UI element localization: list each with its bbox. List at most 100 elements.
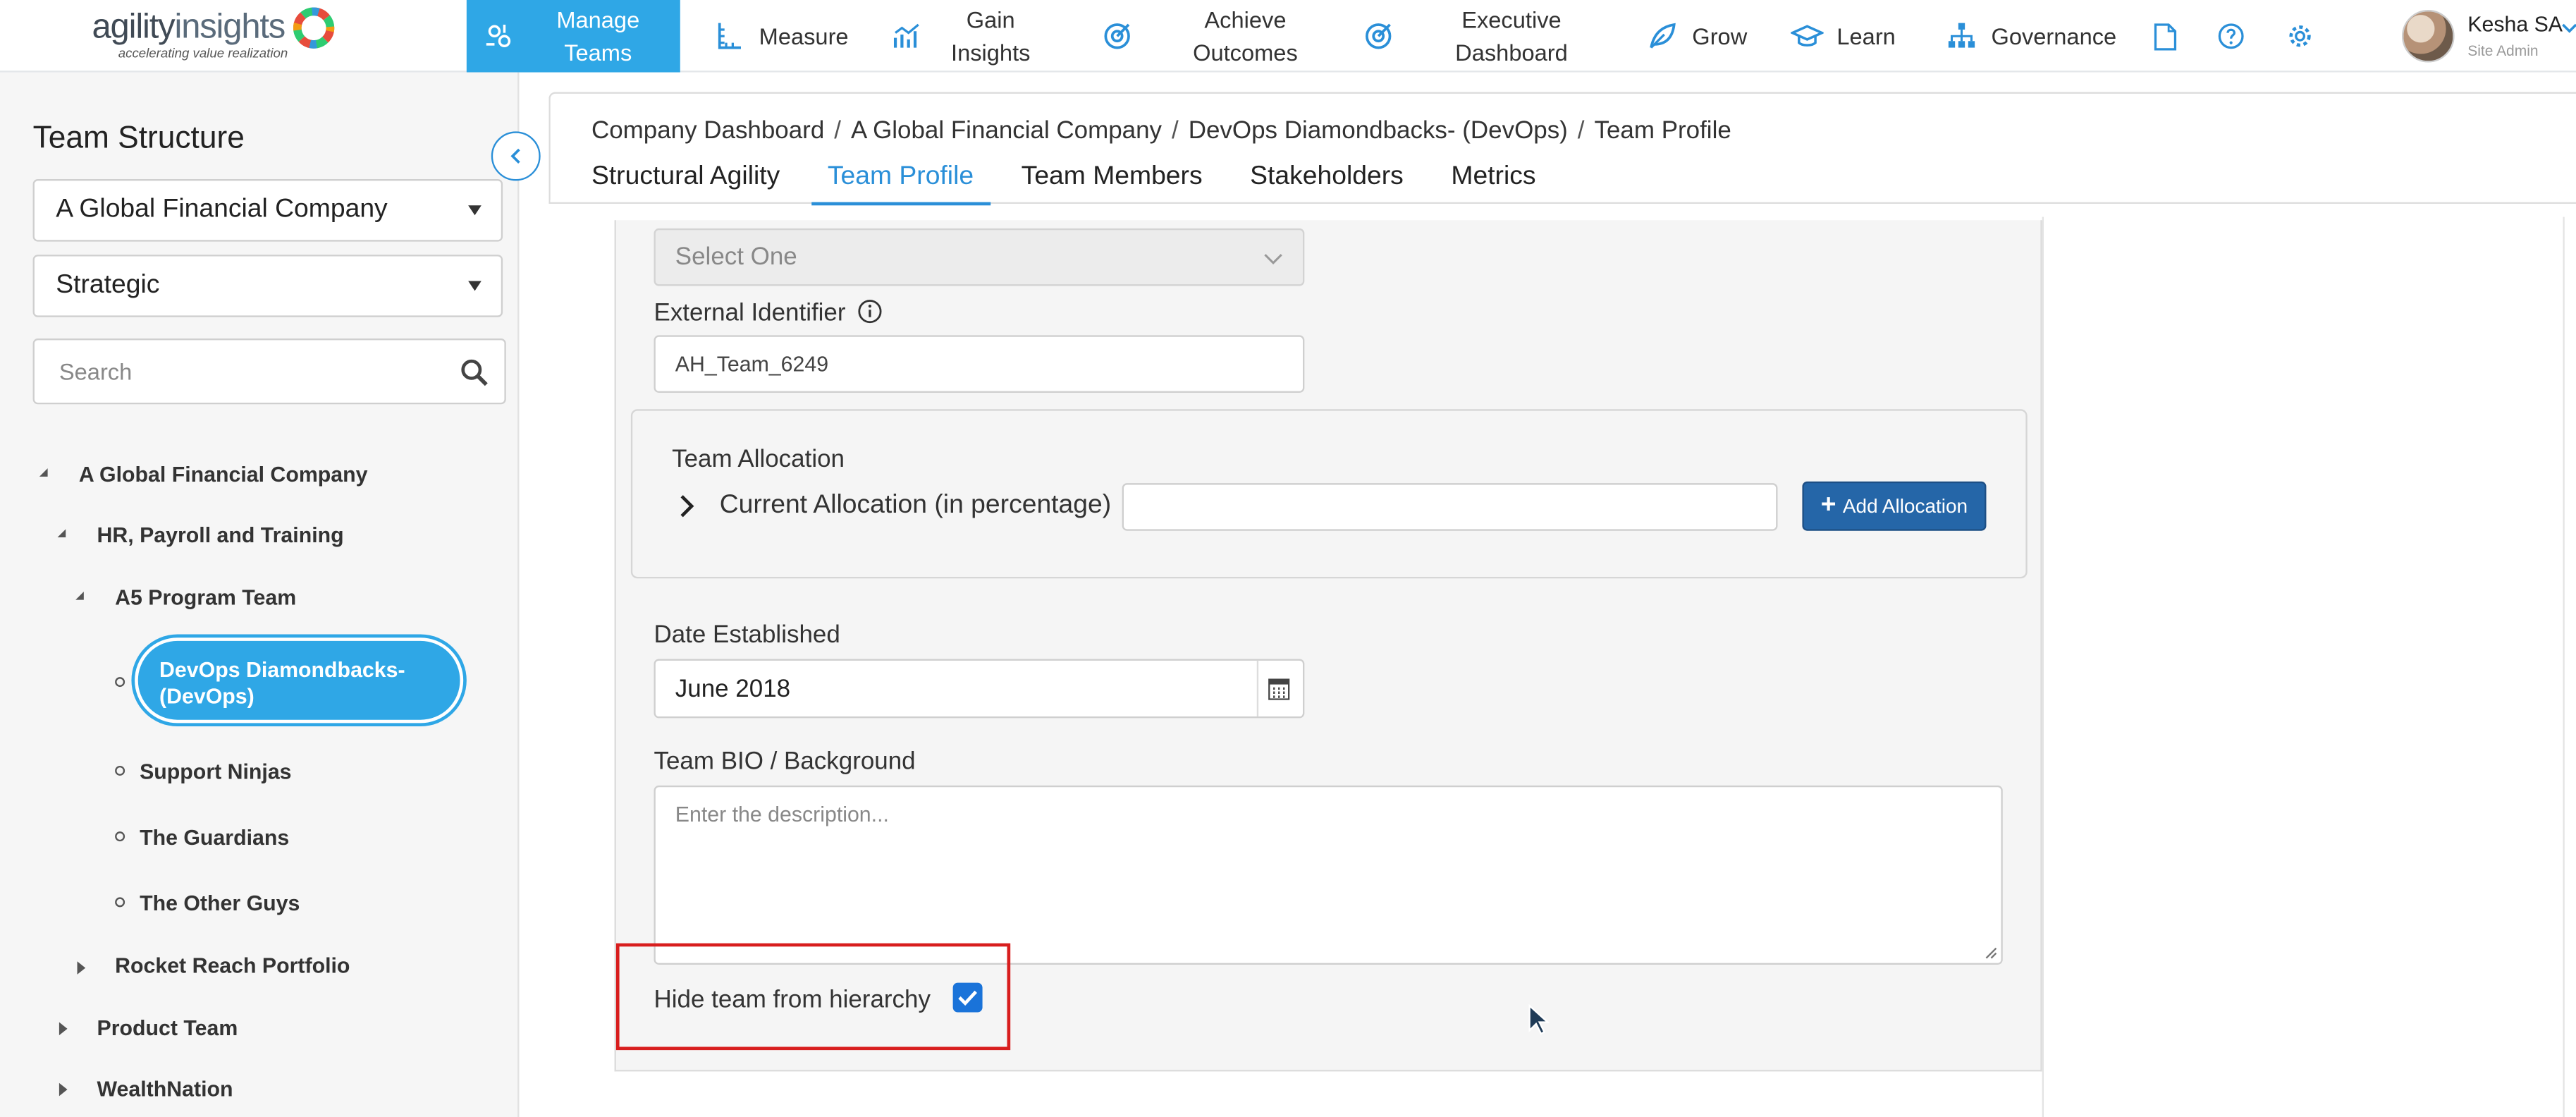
checkmark-icon [958, 990, 977, 1006]
chevron-right-icon[interactable] [678, 494, 694, 518]
external-id-label: External Identifier [654, 299, 882, 327]
breadcrumb-current: Team Profile [1594, 116, 1731, 145]
expand-toggle-icon[interactable] [75, 591, 84, 600]
nav-gain-insights[interactable]: Gain Insights [890, 0, 1045, 73]
hide-team-label: Hide team from hierarchy [654, 986, 931, 1014]
breadcrumb-team[interactable]: DevOps Diamondbacks- (DevOps) [1189, 116, 1568, 145]
nav-executive-dashboard-label: Executive Dashboard [1455, 6, 1568, 66]
leaf-bullet-icon [115, 831, 125, 842]
right-panel [2042, 216, 2565, 1117]
chart-icon [890, 20, 924, 53]
info-icon[interactable] [857, 299, 882, 324]
document-icon[interactable] [2149, 20, 2182, 53]
external-id-input[interactable]: AH_Team_6249 [654, 335, 1305, 393]
company-select-value: A Global Financial Company [56, 195, 388, 224]
sidebar-title: Team Structure [32, 121, 245, 157]
tree-node-other[interactable]: The Other Guys [140, 891, 300, 915]
nav-manage-teams-label: Manage Teams [556, 6, 640, 66]
user-menu[interactable]: Kesha SA Site Admin [2402, 6, 2576, 66]
team-bio-placeholder: Enter the description... [675, 802, 889, 827]
team-allocation-title: Team Allocation [672, 445, 845, 474]
tree-node-support[interactable]: Support Ninjas [140, 759, 291, 784]
team-bio-textarea[interactable]: Enter the description... [654, 785, 2003, 965]
company-select[interactable]: A Global Financial Company [32, 179, 503, 242]
hide-team-checkbox[interactable] [952, 982, 983, 1013]
nav-grow[interactable]: Grow [1646, 0, 1747, 73]
help-icon[interactable] [2214, 20, 2247, 53]
nav-measure[interactable]: Measure [713, 0, 849, 73]
nav-learn-label: Learn [1836, 23, 1896, 49]
search-icon[interactable] [460, 358, 489, 386]
nav-learn[interactable]: Learn [1791, 0, 1896, 73]
hierarchy-icon [1945, 20, 1978, 53]
nav-achieve-outcomes-label: Achieve Outcomes [1193, 6, 1298, 66]
search-input[interactable] [34, 340, 446, 403]
tab-stakeholders[interactable]: Stakeholders [1250, 163, 1404, 206]
plus-icon: + [1820, 491, 1836, 520]
tree-node-guardians[interactable]: The Guardians [140, 825, 289, 850]
selected-team-name-line2: (DevOps) [159, 683, 254, 709]
chevron-down-icon [1264, 254, 1282, 265]
breadcrumb-separator: / [834, 116, 841, 145]
caret-down-icon [468, 281, 482, 291]
resize-handle-icon[interactable] [1985, 946, 1998, 960]
leaf-bullet-icon [115, 677, 125, 688]
tree-node-hr[interactable]: HR, Payroll and Training [97, 523, 343, 547]
tab-team-profile[interactable]: Team Profile [811, 163, 990, 206]
level-select-value: Strategic [56, 271, 160, 300]
user-role: Site Admin [2467, 42, 2539, 59]
breadcrumb: Company Dashboard / A Global Financial Com… [591, 116, 1731, 145]
chevron-left-icon [510, 148, 520, 164]
target-icon [1362, 20, 1395, 53]
tree-node-root[interactable]: A Global Financial Company [79, 462, 368, 487]
collapse-sidebar-button[interactable] [491, 131, 541, 181]
breadcrumb-company[interactable]: A Global Financial Company [851, 116, 1162, 145]
expand-toggle-icon[interactable] [59, 1082, 68, 1097]
tab-bar: Structural Agility Team Profile Team Mem… [591, 163, 1583, 206]
nav-achieve-outcomes[interactable]: Achieve Outcomes [1100, 0, 1330, 73]
expand-toggle-icon[interactable] [77, 961, 86, 975]
leaf-bullet-icon [115, 765, 125, 776]
breadcrumb-company-dashboard[interactable]: Company Dashboard [591, 116, 824, 145]
tab-structural-agility[interactable]: Structural Agility [591, 163, 780, 206]
logo-wordmark: agilityinsights [92, 8, 286, 47]
logo[interactable]: agilityinsights accelerating value reali… [92, 5, 355, 68]
avatar [2402, 9, 2455, 63]
user-name: Kesha SA [2467, 11, 2563, 37]
nav-governance[interactable]: Governance [1945, 0, 2116, 73]
nav-grow-label: Grow [1692, 23, 1748, 49]
leaf-icon [1646, 20, 1679, 53]
main-header: Company Dashboard / A Global Financial Com… [548, 92, 2576, 206]
calendar-icon[interactable] [1268, 677, 1290, 700]
tree-node-product[interactable]: Product Team [97, 1015, 238, 1040]
mouse-cursor-icon [1528, 1003, 1550, 1035]
tree-node-rocket[interactable]: Rocket Reach Portfolio [115, 953, 350, 978]
target-icon [1100, 20, 1134, 53]
tab-metrics[interactable]: Metrics [1451, 163, 1535, 206]
gear-icon[interactable] [2283, 20, 2317, 53]
chevron-down-icon [2562, 23, 2576, 33]
tree-node-wealth[interactable]: WealthNation [97, 1076, 233, 1101]
expand-toggle-icon[interactable] [57, 529, 66, 538]
caret-down-icon [468, 205, 482, 216]
disabled-select: Select One [654, 228, 1305, 286]
tab-team-members[interactable]: Team Members [1022, 163, 1203, 206]
add-allocation-button[interactable]: + Add Allocation [1802, 481, 1987, 531]
manage-teams-icon [483, 20, 516, 53]
expand-toggle-icon[interactable] [59, 1022, 68, 1036]
date-divider [1256, 660, 1259, 717]
current-allocation-input[interactable] [1122, 483, 1778, 531]
tree-node-selected[interactable]: DevOps Diamondbacks- (DevOps) [135, 637, 464, 724]
nav-manage-teams[interactable]: Manage Teams [466, 0, 680, 73]
disabled-select-value: Select One [675, 243, 797, 271]
leaf-bullet-icon [115, 897, 125, 908]
nav-executive-dashboard[interactable]: Executive Dashboard [1362, 0, 1602, 73]
expand-toggle-icon[interactable] [39, 468, 48, 477]
date-established-input[interactable]: June 2018 [654, 659, 1305, 719]
search-box [32, 338, 506, 405]
nav-gain-insights-label: Gain Insights [951, 6, 1031, 66]
tree-node-a5[interactable]: A5 Program Team [115, 585, 296, 610]
level-select[interactable]: Strategic [32, 255, 503, 317]
current-allocation-label: Current Allocation (in percentage) [719, 491, 1112, 520]
nav-measure-label: Measure [759, 23, 849, 49]
